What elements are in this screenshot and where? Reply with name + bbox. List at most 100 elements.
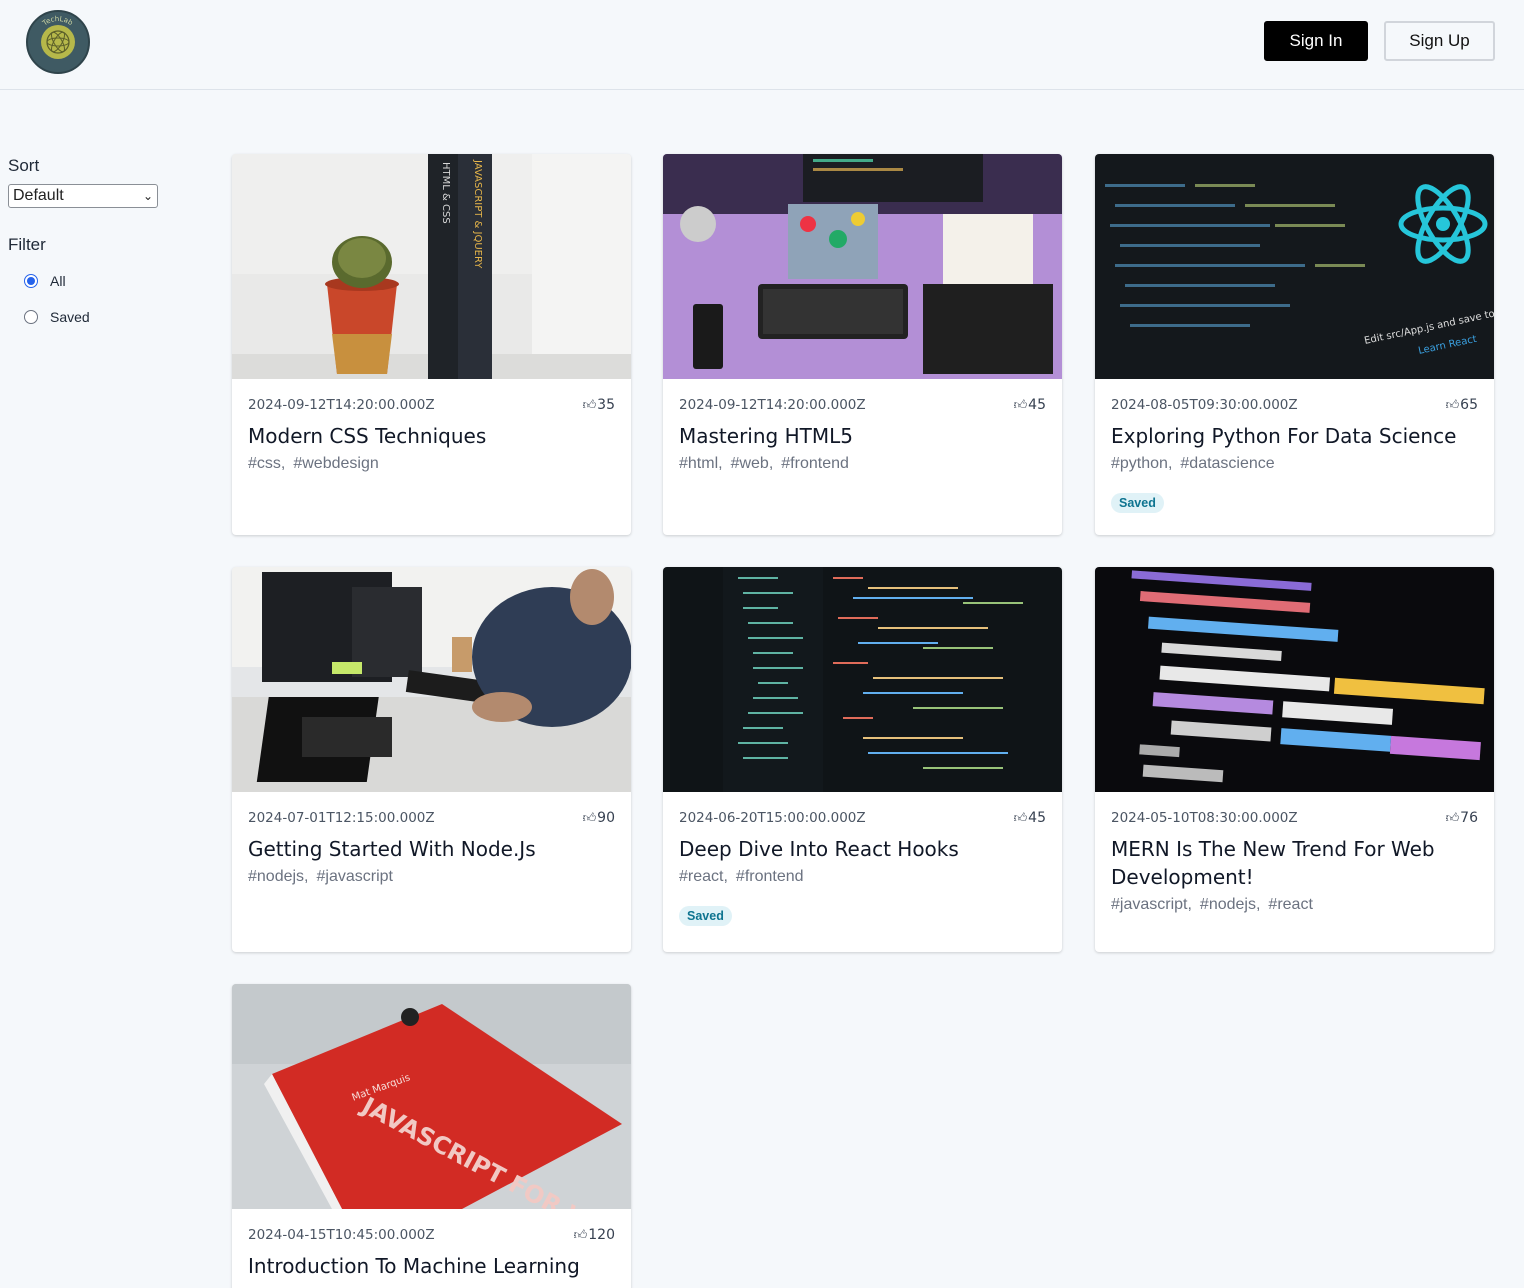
- react-screen-image: Edit src/App.js and save to reload Learn…: [1095, 154, 1494, 379]
- sort-select-value: Default: [13, 187, 64, 204]
- tag[interactable]: #frontend: [781, 455, 849, 473]
- post-image[interactable]: [663, 154, 1062, 379]
- desk-setup-image: [663, 154, 1062, 379]
- post-card[interactable]: 2024-07-01T12:15:00.000Z 👍︎ 90 Getting St…: [232, 567, 631, 952]
- filter-option-label: All: [50, 273, 66, 289]
- post-tags: #html, #web, #frontend: [679, 455, 1046, 473]
- sort-select[interactable]: Default ⌄: [8, 184, 158, 208]
- like-count: 45: [1028, 810, 1046, 826]
- tag[interactable]: #javascript,: [1111, 896, 1192, 914]
- tag[interactable]: #javascript: [317, 868, 393, 886]
- code-colorful-image: [1095, 567, 1494, 792]
- post-image[interactable]: JAVASCRIPT FOR WEB DESIGNERS Mat Marquis: [232, 984, 631, 1209]
- tag[interactable]: #datascience: [1180, 455, 1274, 473]
- thumbs-up-icon[interactable]: 👍︎: [1446, 398, 1460, 413]
- filter-option-saved[interactable]: Saved: [24, 307, 188, 327]
- post-image[interactable]: [1095, 567, 1494, 792]
- post-title[interactable]: MERN Is The New Trend For Web Developmen…: [1111, 835, 1478, 891]
- radio-all[interactable]: [24, 274, 38, 288]
- post-card-body: 2024-09-12T14:20:00.000Z 👍︎ 45 Mastering …: [663, 379, 1062, 473]
- post-tags: #python, #datascience: [1111, 455, 1478, 473]
- thumbs-up-icon[interactable]: 👍︎: [583, 398, 597, 413]
- thumbs-up-icon[interactable]: 👍︎: [574, 1228, 588, 1243]
- post-card-body: 2024-04-15T10:45:00.000Z 👍︎ 120 Introduct…: [232, 1209, 631, 1280]
- like-count: 45: [1028, 397, 1046, 413]
- like-counter[interactable]: 👍︎ 65: [1446, 397, 1478, 413]
- post-date: 2024-07-01T12:15:00.000Z: [248, 810, 435, 826]
- post-card[interactable]: 2024-05-10T08:30:00.000Z 👍︎ 76 MERN Is Th…: [1095, 567, 1494, 952]
- tag[interactable]: #css,: [248, 455, 285, 473]
- post-image[interactable]: [663, 567, 1062, 792]
- code-editor-image: [663, 567, 1062, 792]
- like-counter[interactable]: 👍︎ 35: [583, 397, 615, 413]
- thumbs-up-icon[interactable]: 👍︎: [1014, 398, 1028, 413]
- post-date: 2024-04-15T10:45:00.000Z: [248, 1227, 435, 1243]
- filter-option-label: Saved: [50, 309, 90, 325]
- post-card-body: 2024-06-20T15:00:00.000Z 👍︎ 45 Deep Dive …: [663, 792, 1062, 926]
- like-count: 76: [1460, 810, 1478, 826]
- post-card[interactable]: HTML & CSS JAVASCRIPT & JQUERY 2024-09-1…: [232, 154, 631, 535]
- thumbs-up-icon[interactable]: 👍︎: [583, 811, 597, 826]
- radio-saved[interactable]: [24, 310, 38, 324]
- post-image[interactable]: [232, 567, 631, 792]
- techlab-logo[interactable]: TechLab: [26, 10, 90, 74]
- tag[interactable]: #html,: [679, 455, 723, 473]
- post-image[interactable]: HTML & CSS JAVASCRIPT & JQUERY: [232, 154, 631, 379]
- filter-option-all[interactable]: All: [24, 271, 188, 291]
- post-card[interactable]: JAVASCRIPT FOR WEB DESIGNERS Mat Marquis…: [232, 984, 631, 1288]
- post-title[interactable]: Exploring Python For Data Science: [1111, 422, 1478, 450]
- like-count: 120: [588, 1227, 615, 1243]
- like-count: 65: [1460, 397, 1478, 413]
- post-date: 2024-09-12T14:20:00.000Z: [248, 397, 435, 413]
- tag[interactable]: #nodejs,: [1200, 896, 1261, 914]
- like-count: 90: [597, 810, 615, 826]
- like-counter[interactable]: 👍︎ 76: [1446, 810, 1478, 826]
- post-title[interactable]: Deep Dive Into React Hooks: [679, 835, 1046, 863]
- post-tags: #nodejs, #javascript: [248, 868, 615, 886]
- like-counter[interactable]: 👍︎ 45: [1014, 810, 1046, 826]
- sort-heading: Sort: [8, 156, 40, 175]
- post-title[interactable]: Introduction To Machine Learning: [248, 1252, 615, 1280]
- chevron-down-icon: ⌄: [142, 189, 153, 203]
- saved-badge: Saved: [1111, 493, 1164, 513]
- post-date: 2024-08-05T09:30:00.000Z: [1111, 397, 1298, 413]
- post-card-body: 2024-08-05T09:30:00.000Z 👍︎ 65 Exploring …: [1095, 379, 1494, 513]
- tag[interactable]: #frontend: [736, 868, 804, 886]
- post-title[interactable]: Mastering HTML5: [679, 422, 1046, 450]
- post-title[interactable]: Getting Started With Node.Js: [248, 835, 615, 863]
- post-tags: #javascript, #nodejs, #react: [1111, 896, 1478, 914]
- filter-heading: Filter: [8, 235, 46, 254]
- top-header: TechLab Sign In Sign Up: [0, 0, 1524, 90]
- tag[interactable]: #web,: [731, 455, 774, 473]
- post-card[interactable]: 2024-06-20T15:00:00.000Z 👍︎ 45 Deep Dive …: [663, 567, 1062, 952]
- post-date: 2024-09-12T14:20:00.000Z: [679, 397, 866, 413]
- tag[interactable]: #react,: [679, 868, 728, 886]
- sign-up-button[interactable]: Sign Up: [1384, 21, 1495, 61]
- post-date: 2024-06-20T15:00:00.000Z: [679, 810, 866, 826]
- cactus-books-image: HTML & CSS JAVASCRIPT & JQUERY: [232, 154, 631, 379]
- post-card[interactable]: Edit src/App.js and save to reload Learn…: [1095, 154, 1494, 535]
- office-people-image: [232, 567, 631, 792]
- thumbs-up-icon[interactable]: 👍︎: [1446, 811, 1460, 826]
- like-counter[interactable]: 👍︎ 45: [1014, 397, 1046, 413]
- post-image[interactable]: Edit src/App.js and save to reload Learn…: [1095, 154, 1494, 379]
- tag[interactable]: #react: [1268, 896, 1312, 914]
- post-card-body: 2024-05-10T08:30:00.000Z 👍︎ 76 MERN Is Th…: [1095, 792, 1494, 914]
- like-counter[interactable]: 👍︎ 90: [583, 810, 615, 826]
- post-card[interactable]: 2024-09-12T14:20:00.000Z 👍︎ 45 Mastering …: [663, 154, 1062, 535]
- post-tags: #css, #webdesign: [248, 455, 615, 473]
- post-date: 2024-05-10T08:30:00.000Z: [1111, 810, 1298, 826]
- book-spine-1: HTML & CSS: [440, 162, 451, 224]
- sidebar: Sort Default ⌄ Filter All Saved: [8, 156, 188, 327]
- post-tags: #react, #frontend: [679, 868, 1046, 886]
- thumbs-up-icon[interactable]: 👍︎: [1014, 811, 1028, 826]
- tag[interactable]: #nodejs,: [248, 868, 309, 886]
- post-title[interactable]: Modern CSS Techniques: [248, 422, 615, 450]
- post-card-body: 2024-09-12T14:20:00.000Z 👍︎ 35 Modern CSS…: [232, 379, 631, 473]
- red-book-image: JAVASCRIPT FOR WEB DESIGNERS Mat Marquis: [232, 984, 631, 1209]
- saved-badge: Saved: [679, 906, 732, 926]
- tag[interactable]: #webdesign: [293, 455, 378, 473]
- tag[interactable]: #python,: [1111, 455, 1172, 473]
- sign-in-button[interactable]: Sign In: [1264, 21, 1368, 61]
- like-counter[interactable]: 👍︎ 120: [574, 1227, 615, 1243]
